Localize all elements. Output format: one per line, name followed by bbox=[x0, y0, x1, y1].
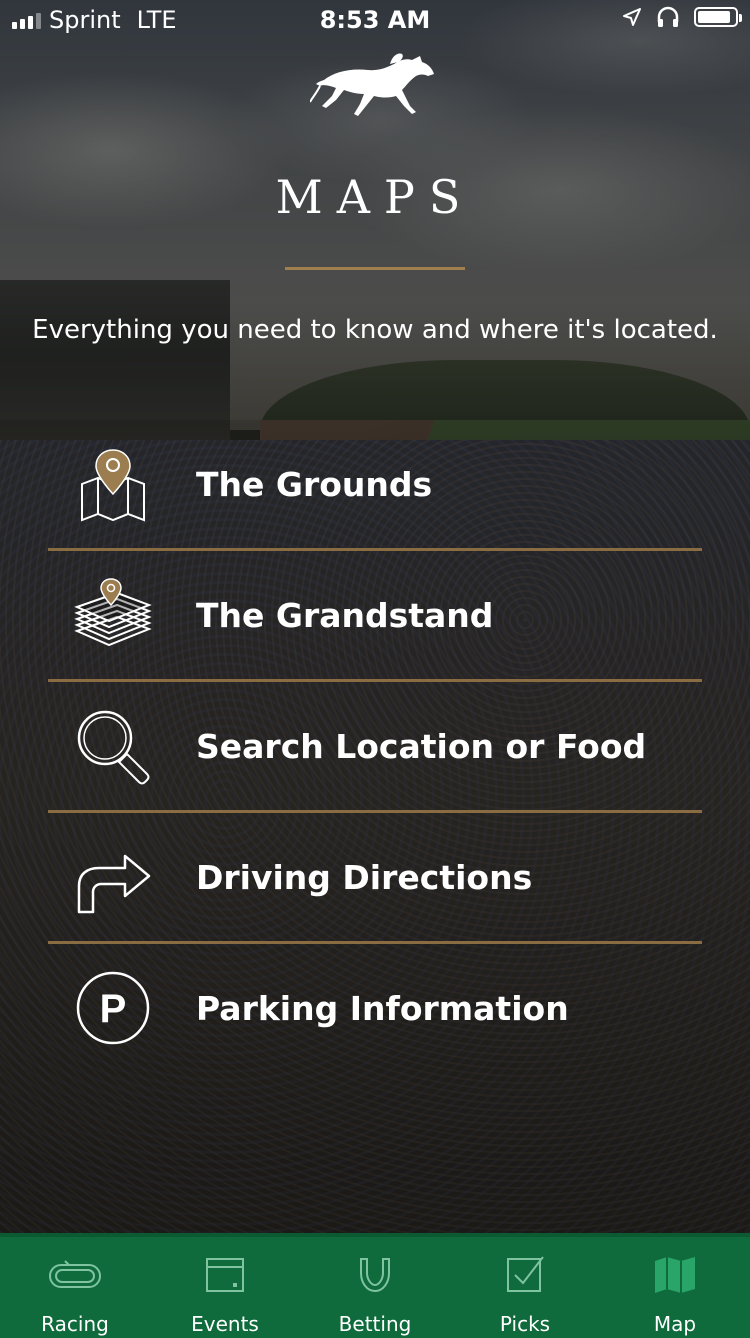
menu-item-search-location-or-food[interactable]: Search Location or Food bbox=[48, 682, 702, 813]
checkbox-icon bbox=[507, 1256, 544, 1292]
status-right bbox=[622, 6, 742, 28]
status-bar: Sprint LTE 8:53 AM bbox=[0, 0, 750, 40]
tab-picks[interactable]: Picks bbox=[450, 1237, 600, 1338]
folded-map-pin-icon bbox=[70, 441, 156, 527]
tab-label: Betting bbox=[338, 1312, 412, 1336]
title-divider bbox=[285, 267, 465, 270]
horseshoe-icon bbox=[360, 1258, 390, 1293]
map-icon bbox=[655, 1257, 695, 1293]
parking-icon: P bbox=[70, 965, 156, 1051]
racetrack-icon bbox=[49, 1260, 101, 1288]
page-subtitle: Everything you need to know and where it… bbox=[32, 315, 718, 345]
menu-item-the-grandstand[interactable]: The Grandstand bbox=[48, 551, 702, 682]
page-title: MAPS bbox=[275, 170, 475, 224]
svg-text:P: P bbox=[100, 987, 127, 1031]
turn-right-arrow-icon bbox=[70, 834, 156, 920]
tab-bar: Racing Events Betting Picks Map bbox=[0, 1233, 750, 1338]
tab-racing[interactable]: Racing bbox=[0, 1237, 150, 1338]
menu-label: Parking Information bbox=[196, 988, 569, 1028]
menu-item-parking-information[interactable]: P Parking Information bbox=[48, 944, 702, 1072]
menu-label: The Grounds bbox=[196, 464, 433, 504]
stacked-layers-pin-icon bbox=[70, 572, 156, 658]
tab-label: Picks bbox=[499, 1312, 551, 1336]
tab-betting[interactable]: Betting bbox=[300, 1237, 450, 1338]
menu-label: Search Location or Food bbox=[196, 726, 647, 766]
battery-icon bbox=[694, 7, 742, 27]
tab-events[interactable]: Events bbox=[150, 1237, 300, 1338]
menu-item-the-grounds[interactable]: The Grounds bbox=[48, 420, 702, 551]
magnifier-icon bbox=[70, 703, 156, 789]
menu-label: The Grandstand bbox=[196, 595, 494, 635]
menu-item-driving-directions[interactable]: Driving Directions bbox=[48, 813, 702, 944]
menu-label: Driving Directions bbox=[196, 857, 533, 897]
calendar-icon bbox=[206, 1258, 244, 1292]
horse-and-jockey-logo bbox=[310, 53, 434, 116]
tab-label: Map bbox=[653, 1312, 697, 1336]
tab-label: Racing bbox=[41, 1312, 109, 1336]
location-arrow-icon bbox=[623, 8, 641, 26]
tab-label: Events bbox=[191, 1312, 259, 1336]
maps-menu: The Grounds The Grandstand Search Locati bbox=[48, 420, 702, 1072]
tab-map[interactable]: Map bbox=[600, 1237, 750, 1338]
headphones-icon bbox=[657, 6, 679, 27]
